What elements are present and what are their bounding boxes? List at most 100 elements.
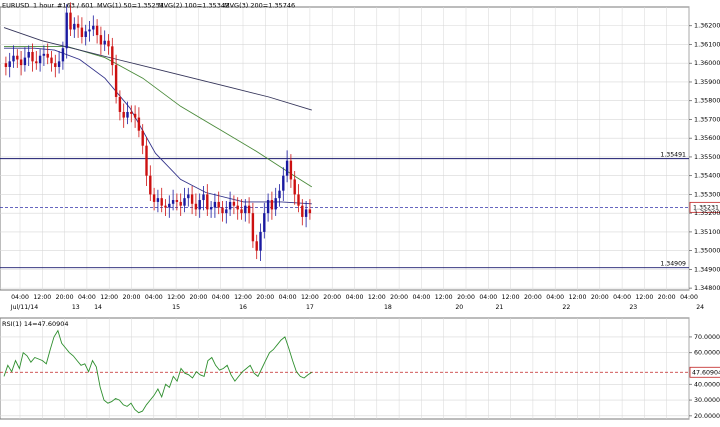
header-mva2: MVG(2) 100=1.35342 xyxy=(158,2,229,10)
time-tick-label: 12:00 xyxy=(234,294,252,301)
day-tick-label: 18 xyxy=(384,304,392,311)
candle-body xyxy=(69,12,72,30)
candle-body xyxy=(221,207,224,214)
candle-body xyxy=(35,61,38,64)
price-pane xyxy=(0,6,690,291)
day-tick-label: 23 xyxy=(629,304,637,311)
time-tick-label: 20:00 xyxy=(189,294,207,301)
time-tick-label: 04:00 xyxy=(279,294,297,301)
candle-body xyxy=(80,27,84,37)
candle-body xyxy=(160,198,163,206)
time-tick-label: 12:00 xyxy=(33,294,51,301)
candle-body xyxy=(232,201,236,206)
candle-body xyxy=(187,194,190,199)
rsi-current-label: 47.60904 xyxy=(692,369,720,376)
time-tick-label: 20:00 xyxy=(256,294,274,301)
candle-body xyxy=(145,145,148,176)
candle-body xyxy=(88,29,91,32)
candle-body xyxy=(50,57,53,64)
price-tick-label: 1.35700 xyxy=(694,115,720,123)
rsi-tick-label: 70.00000 xyxy=(694,334,720,341)
day-tick-label: 14 xyxy=(94,304,102,311)
time-tick-label: 04:00 xyxy=(145,294,163,301)
day-tick-label: 24 xyxy=(696,304,704,311)
candle-body xyxy=(76,23,80,28)
candle-body xyxy=(114,65,118,97)
day-tick-label: 22 xyxy=(562,304,570,311)
header-symbol: EURUSD xyxy=(2,2,29,10)
candle-body xyxy=(266,200,270,214)
candle-body xyxy=(149,175,152,195)
day-tick-label: 21 xyxy=(496,304,504,311)
candle-body xyxy=(236,205,239,210)
candle-body xyxy=(126,111,129,118)
rsi-tick-label: 60.00000 xyxy=(694,350,720,357)
time-tick-label: 04:00 xyxy=(78,294,96,301)
candle-body xyxy=(84,31,87,37)
candle-body xyxy=(263,213,266,232)
candle-body xyxy=(23,57,27,66)
candle-body xyxy=(270,200,274,210)
candle-body xyxy=(164,205,167,208)
candle-body xyxy=(293,179,296,195)
time-tick-label: 04:00 xyxy=(479,294,497,301)
candle-body xyxy=(16,55,19,60)
rsi-header: RSI(1) 14=47.60904 xyxy=(2,320,69,328)
candle-body xyxy=(289,160,293,180)
candle-body xyxy=(297,194,300,206)
candle-body xyxy=(122,111,125,118)
price-tick-label: 1.35500 xyxy=(694,153,720,161)
candle-body xyxy=(194,203,198,210)
candle-body xyxy=(225,209,228,214)
time-tick-label: 12:00 xyxy=(301,294,319,301)
candle-body xyxy=(202,194,205,201)
candle-body xyxy=(301,205,304,217)
time-tick-label: 12:00 xyxy=(502,294,520,301)
candle-body xyxy=(133,113,137,118)
candle-body xyxy=(156,198,160,202)
candle-body xyxy=(130,111,133,114)
time-tick-label: 04:00 xyxy=(613,294,631,301)
candle-body xyxy=(247,205,251,214)
candle-body xyxy=(61,48,65,62)
candle-body xyxy=(95,25,99,36)
candle-body xyxy=(111,46,114,66)
price-tick-label: 1.35300 xyxy=(694,190,720,198)
chart-root: 1.35491 1.34909 1.35231 1.36200 1.36100 1.36… xyxy=(0,0,720,423)
price-tick-label: 1.36000 xyxy=(694,59,720,67)
candle-body xyxy=(103,40,106,45)
candle-body xyxy=(209,207,213,210)
time-tick-label: 20:00 xyxy=(658,294,676,301)
time-tick-label: 12:00 xyxy=(569,294,587,301)
time-tick-label: 04:00 xyxy=(212,294,230,301)
header-mva1: MVG(1) 50=1.35251 xyxy=(97,2,164,10)
candle-body xyxy=(46,53,49,58)
rsi-pane xyxy=(0,317,690,420)
candle-body xyxy=(171,200,175,204)
day-tick-label: 20 xyxy=(455,304,463,311)
time-tick-label: 12:00 xyxy=(100,294,118,301)
candle-body xyxy=(19,59,23,66)
candle-body xyxy=(141,130,144,146)
candle-body xyxy=(73,23,76,30)
price-tick-label: 1.35000 xyxy=(694,247,720,255)
candle-body xyxy=(198,200,201,210)
time-tick-label: 12:00 xyxy=(368,294,386,301)
candle-body xyxy=(217,201,220,208)
candle-body xyxy=(240,209,243,214)
candle-body xyxy=(274,198,277,210)
candle-body xyxy=(137,117,141,131)
level-label: 1.35491 xyxy=(660,152,686,159)
candle-body xyxy=(118,96,122,112)
candle-body xyxy=(168,203,171,208)
price-tick-label: 1.34800 xyxy=(694,284,720,292)
candle-body xyxy=(179,201,182,206)
time-tick-label: 12:00 xyxy=(435,294,453,301)
candle-body xyxy=(4,63,8,67)
candle-body xyxy=(228,201,232,210)
price-tick-label: 1.35100 xyxy=(694,228,720,236)
price-tick-label: 1.35800 xyxy=(694,97,720,105)
time-tick-label: 04:00 xyxy=(346,294,364,301)
level-label: 1.34909 xyxy=(660,261,686,268)
price-tick-label: 1.35200 xyxy=(694,209,720,217)
